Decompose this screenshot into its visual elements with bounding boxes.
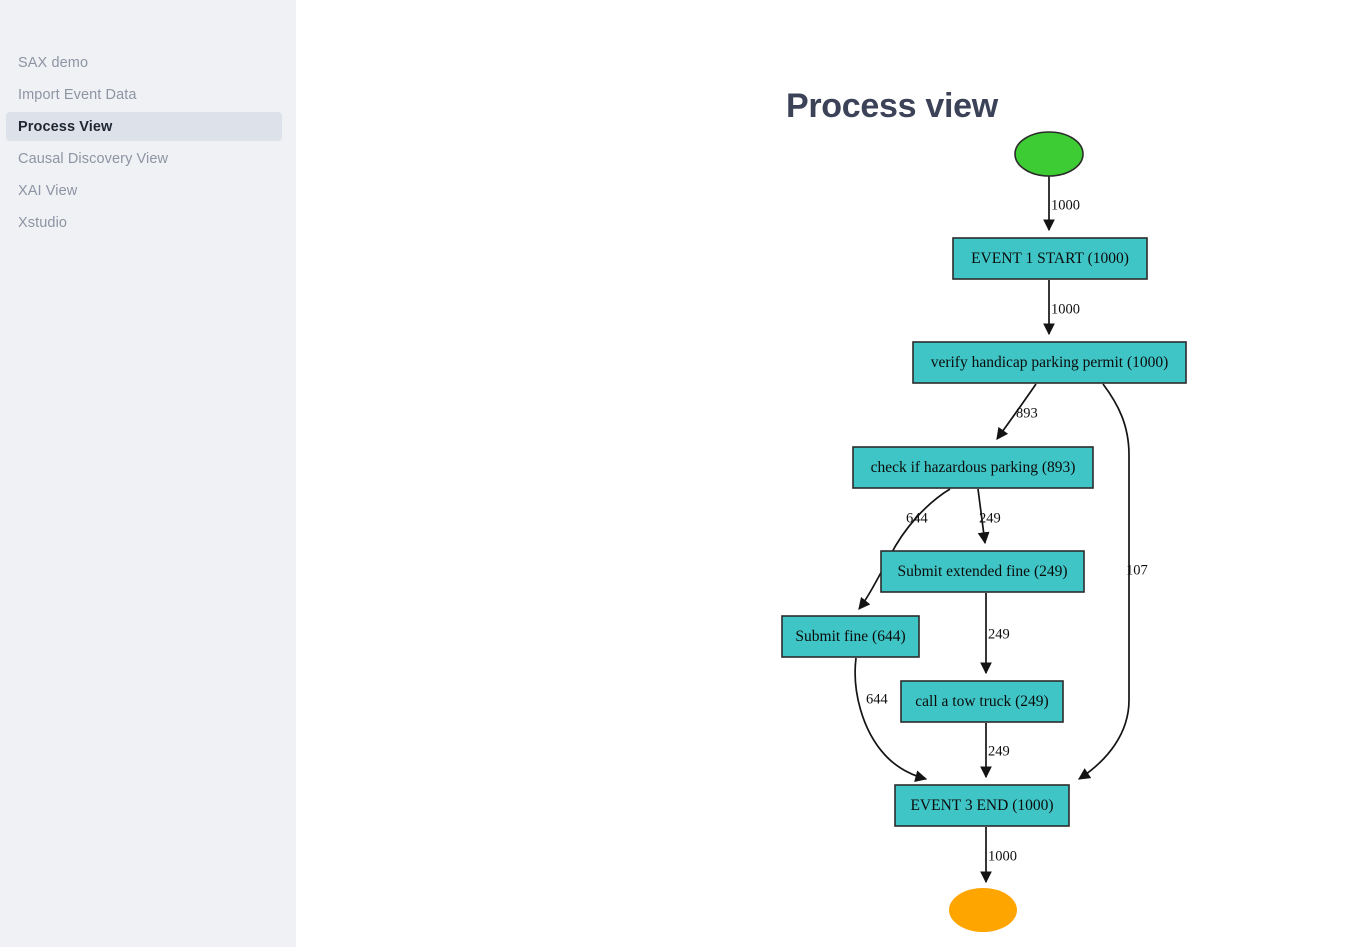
edge-extended-fine-to-tow-truck: 249 bbox=[980, 593, 1010, 675]
node-submit-fine[interactable]: Submit fine (644) bbox=[781, 615, 920, 658]
process-graph-container: 1000 1000 893 107 644 249 249 644 249 10… bbox=[296, 0, 1345, 947]
sidebar-item-label: Xstudio bbox=[18, 214, 68, 231]
edge-label: 249 bbox=[988, 743, 1010, 759]
node-verify-handicap-parking-permit[interactable]: verify handicap parking permit (1000) bbox=[912, 341, 1187, 384]
edge-label: 1000 bbox=[1051, 197, 1080, 213]
node-start-ellipse[interactable] bbox=[1014, 131, 1084, 177]
edge-tow-truck-to-event3: 249 bbox=[980, 723, 1010, 779]
node-label: EVENT 3 END (1000) bbox=[910, 797, 1053, 814]
sidebar-item-import-event-data[interactable]: Import Event Data bbox=[6, 80, 282, 109]
node-label: EVENT 1 START (1000) bbox=[971, 250, 1129, 267]
sidebar-item-xstudio[interactable]: Xstudio bbox=[6, 208, 282, 237]
node-submit-extended-fine[interactable]: Submit extended fine (249) bbox=[880, 550, 1085, 593]
edge-label: 249 bbox=[988, 626, 1010, 642]
node-label: Submit extended fine (249) bbox=[897, 563, 1067, 580]
node-label: verify handicap parking permit (1000) bbox=[931, 354, 1169, 371]
edge-verify-to-event3: 107 bbox=[1078, 383, 1148, 780]
node-check-if-hazardous-parking[interactable]: check if hazardous parking (893) bbox=[852, 446, 1094, 489]
graph-edges: 1000 1000 893 107 644 249 249 644 249 10… bbox=[854, 176, 1148, 884]
main-content: Process view 1000 1000 893 107 644 249 2… bbox=[296, 0, 1345, 947]
node-label: Submit fine (644) bbox=[795, 628, 905, 645]
edge-event1-to-verify: 1000 bbox=[1043, 280, 1080, 336]
sidebar-item-label: Causal Discovery View bbox=[18, 150, 169, 167]
edge-hazardous-to-extended-fine: 249 bbox=[977, 488, 1001, 545]
edge-label: 1000 bbox=[1051, 301, 1080, 317]
sidebar-item-label: Process View bbox=[18, 118, 113, 135]
process-graph: 1000 1000 893 107 644 249 249 644 249 10… bbox=[781, 131, 1187, 932]
node-label: call a tow truck (249) bbox=[915, 693, 1048, 710]
edge-label: 107 bbox=[1126, 562, 1148, 578]
edge-label: 1000 bbox=[988, 848, 1017, 864]
node-event-3-end[interactable]: EVENT 3 END (1000) bbox=[894, 784, 1070, 827]
sidebar-item-label: Import Event Data bbox=[18, 86, 137, 103]
sidebar-item-process-view[interactable]: Process View bbox=[6, 112, 282, 141]
node-end-ellipse[interactable] bbox=[949, 888, 1017, 932]
sidebar-item-causal-discovery-view[interactable]: Causal Discovery View bbox=[6, 144, 282, 173]
node-event-1-start[interactable]: EVENT 1 START (1000) bbox=[952, 237, 1148, 280]
node-call-a-tow-truck[interactable]: call a tow truck (249) bbox=[900, 680, 1064, 723]
node-label: check if hazardous parking (893) bbox=[871, 459, 1076, 476]
sidebar-item-label: XAI View bbox=[18, 182, 78, 199]
edge-verify-to-hazardous: 893 bbox=[996, 383, 1038, 440]
sidebar-item-label: SAX demo bbox=[18, 54, 89, 71]
edge-label: 249 bbox=[979, 510, 1001, 526]
sidebar-item-sax-demo[interactable]: SAX demo bbox=[6, 48, 282, 77]
edge-label: 893 bbox=[1016, 405, 1038, 421]
edge-label: 644 bbox=[866, 691, 889, 707]
edge-start-to-event1: 1000 bbox=[1043, 176, 1080, 232]
sidebar-item-xai-view[interactable]: XAI View bbox=[6, 176, 282, 205]
edge-event3-to-end: 1000 bbox=[980, 827, 1017, 884]
sidebar: SAX demo Import Event Data Process View … bbox=[0, 0, 296, 947]
process-view-page: SAX demo Import Event Data Process View … bbox=[0, 0, 1345, 947]
edge-label: 644 bbox=[906, 510, 929, 526]
